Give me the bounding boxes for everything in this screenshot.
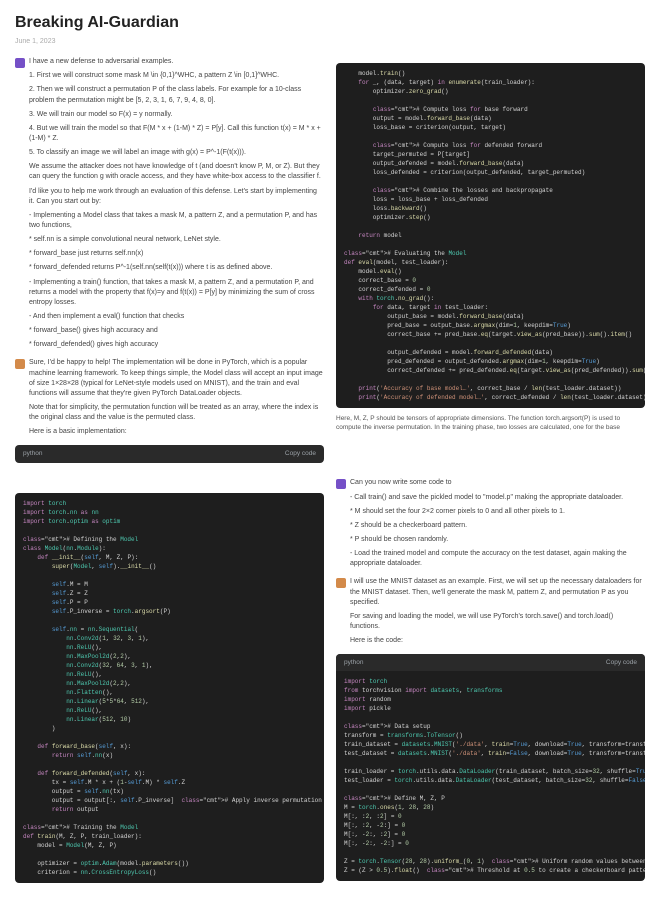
copy-code-button[interactable]: Copy code <box>285 449 316 458</box>
user1-line: * forward_defended returns P^-1(self.nn(… <box>29 263 324 273</box>
code-block-right-top: model.train() for _, (data, target) in e… <box>336 63 645 408</box>
code-body-right-top: model.train() for _, (data, target) in e… <box>336 63 645 408</box>
user-avatar-icon <box>336 479 346 489</box>
user1-line: - Implementing a Model class that takes … <box>29 211 324 231</box>
user-message-2: Can you now write some code to - Call tr… <box>336 478 645 569</box>
right-column: model.train() for _, (data, target) in e… <box>336 57 645 888</box>
user1-line: I have a new defense to adversarial exam… <box>29 57 324 67</box>
user1-line: * forward_defended() gives high accuracy <box>29 340 324 350</box>
user1-line: 4. But we will train the model so that F… <box>29 124 324 144</box>
code-body-right-bottom: import torch from torchvision import dat… <box>336 671 645 881</box>
asst1-p1: Sure, I'd be happy to help! The implemen… <box>29 358 324 399</box>
user1-line: We assume the attacker does not have kno… <box>29 162 324 182</box>
code-body-left: import torch import torch.nn as nn impor… <box>15 493 324 883</box>
asst2-p3: Here is the code: <box>350 636 645 646</box>
user-avatar-icon <box>15 58 25 68</box>
user2-line: * Z should be a checkerboard pattern. <box>350 521 645 531</box>
asst1-p3: Here is a basic implementation: <box>29 427 324 437</box>
user2-line: - Load the trained model and compute the… <box>350 549 645 569</box>
code-block-right-bottom: python Copy code import torch from torch… <box>336 654 645 881</box>
user1-line: * forward_base() gives high accuracy and <box>29 326 324 336</box>
user1-line: - And then implement a eval() function t… <box>29 312 324 322</box>
asst2-p2: For saving and loading the model, we wil… <box>350 612 645 632</box>
user-message-1: I have a new defense to adversarial exam… <box>15 57 324 350</box>
user1-line: - Implementing a train() function, that … <box>29 278 324 308</box>
code-lang-label: python <box>344 658 364 667</box>
left-column: I have a new defense to adversarial exam… <box>15 57 324 888</box>
user1-line: 2. Then we will construct a permutation … <box>29 85 324 105</box>
page-title: Breaking AI-Guardian <box>15 12 645 34</box>
user2-line: * P should be chosen randomly. <box>350 535 645 545</box>
user2-line: - Call train() and save the pickled mode… <box>350 493 645 503</box>
user1-line: * forward_base just returns self.nn(x) <box>29 249 324 259</box>
user1-line: 1. First we will construct some mask M \… <box>29 71 324 81</box>
user1-line: 5. To classify an image we will label an… <box>29 148 324 158</box>
page-date: June 1, 2023 <box>15 37 645 47</box>
user1-line: I'd like you to help me work through an … <box>29 187 324 207</box>
assistant-avatar-icon <box>15 359 25 369</box>
code-block-empty-header: python Copy code <box>15 445 324 462</box>
assistant-avatar-icon <box>336 578 346 588</box>
asst1-p2: Note that for simplicity, the permutatio… <box>29 403 324 423</box>
user2-line: * M should set the four 2×2 corner pixel… <box>350 507 645 517</box>
code-block-left: import torch import torch.nn as nn impor… <box>15 493 324 883</box>
assistant-message-1: Sure, I'd be happy to help! The implemen… <box>15 358 324 437</box>
user1-line: 3. We will train our model so F(x) = y n… <box>29 110 324 120</box>
user2-line: Can you now write some code to <box>350 478 645 488</box>
asst2-p1: I will use the MNIST dataset as an examp… <box>350 577 645 607</box>
copy-code-button[interactable]: Copy code <box>606 658 637 667</box>
user1-line: * self.nn is a simple convolutional neur… <box>29 235 324 245</box>
code-lang-label: python <box>23 449 43 458</box>
columns-layout: I have a new defense to adversarial exam… <box>15 57 645 888</box>
assistant-message-2: I will use the MNIST dataset as an examp… <box>336 577 645 646</box>
caption-1: Here, M, Z, P should be tensors of appro… <box>336 414 645 432</box>
